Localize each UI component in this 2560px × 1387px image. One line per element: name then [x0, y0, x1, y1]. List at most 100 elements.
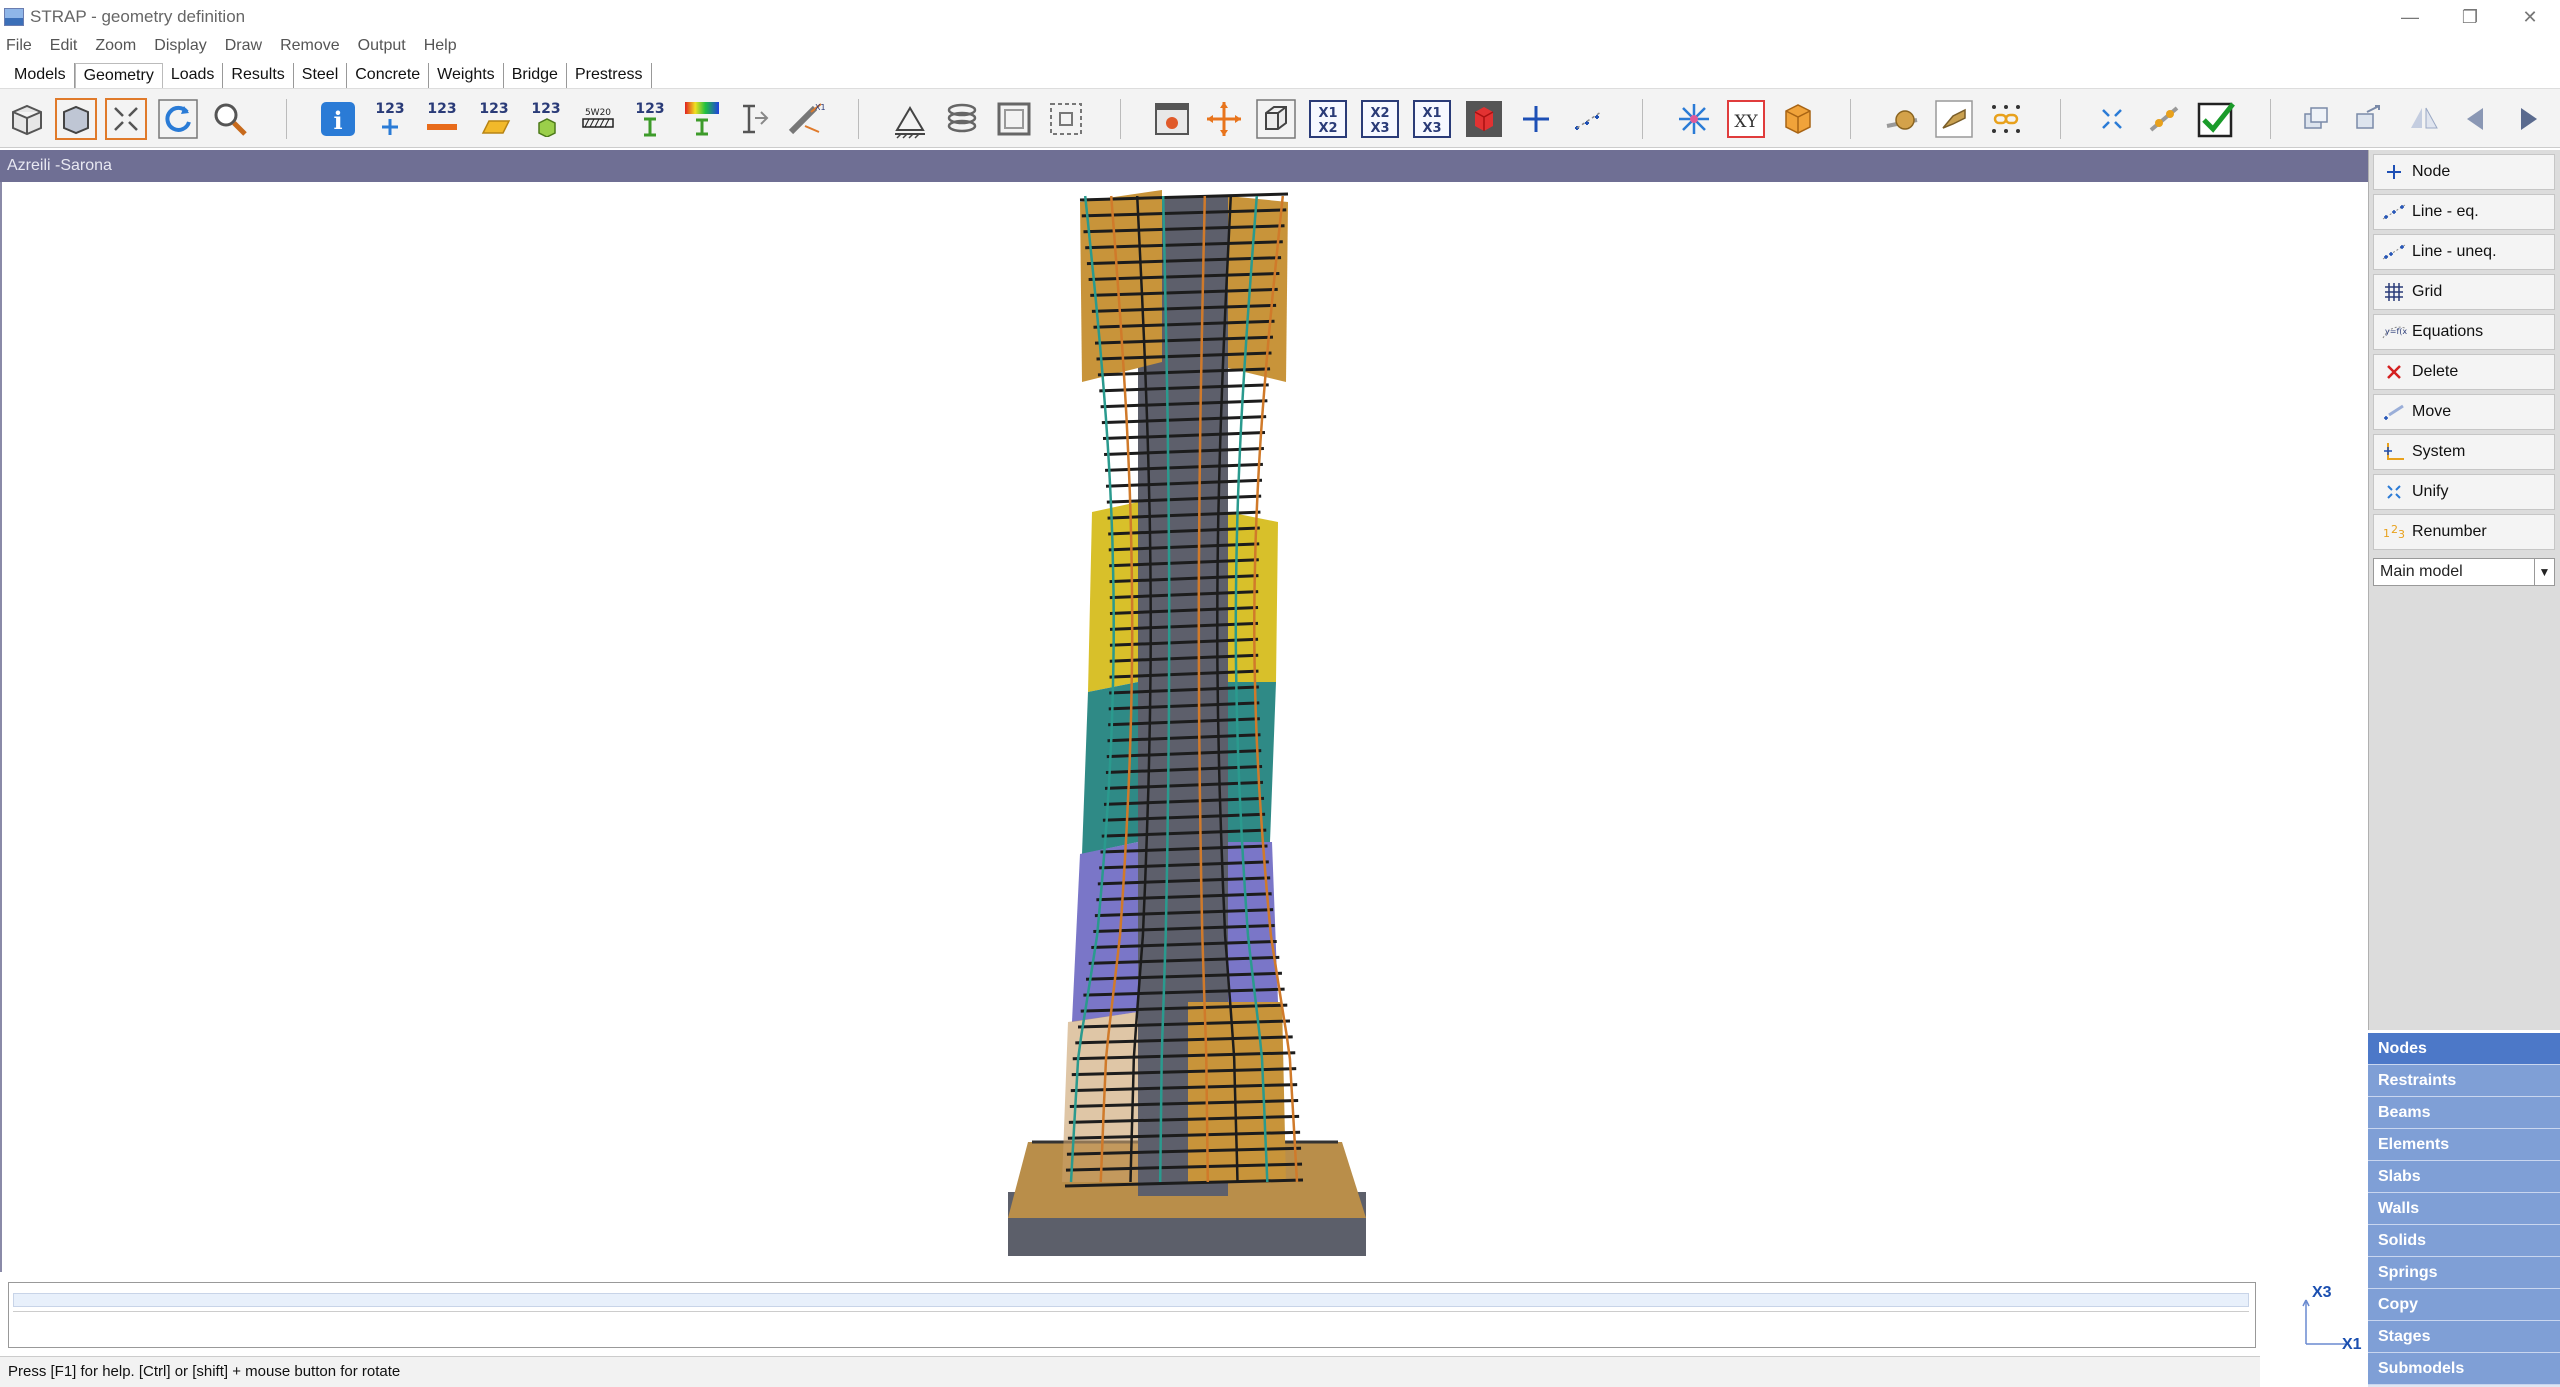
delete-button[interactable]: Delete [2373, 354, 2555, 390]
menu-remove[interactable]: Remove [280, 37, 340, 55]
tab-bridge[interactable]: Bridge [504, 63, 567, 88]
tab-prestress[interactable]: Prestress [567, 63, 652, 88]
rotate-view-button[interactable] [1202, 97, 1246, 141]
renumber-button[interactable]: 123 Renumber [2373, 514, 2555, 550]
close-button[interactable]: ✕ [2500, 0, 2560, 34]
previous-button[interactable] [2454, 97, 2498, 141]
strap-window: STRAP - geometry definition — ❐ ✕ File E… [0, 0, 2560, 1387]
model-viewport[interactable] [0, 182, 2368, 1272]
xy-coordinates-button[interactable]: XY [1724, 97, 1768, 141]
category-submodels[interactable]: Submodels [2368, 1353, 2560, 1385]
offsets-button[interactable] [2142, 97, 2186, 141]
tab-steel[interactable]: Steel [294, 63, 348, 88]
local-axes-button[interactable]: X1 [784, 97, 828, 141]
title-bar: STRAP - geometry definition — ❐ ✕ [0, 0, 2560, 34]
check-geometry-button[interactable] [2194, 97, 2238, 141]
view-x1x3-button[interactable]: X1 X3 [1410, 97, 1454, 141]
line-unequal-button[interactable]: Line - uneq. [2373, 234, 2555, 270]
category-elements[interactable]: Elements [2368, 1129, 2560, 1161]
menu-edit[interactable]: Edit [50, 37, 78, 55]
tab-geometry[interactable]: Geometry [74, 63, 163, 89]
category-solids[interactable]: Solids [2368, 1225, 2560, 1257]
zoom-fit-button[interactable] [104, 97, 148, 141]
menu-file[interactable]: File [6, 37, 32, 55]
render-view-button[interactable] [1150, 97, 1194, 141]
category-restraints[interactable]: Restraints [2368, 1065, 2560, 1097]
shrink-button[interactable] [2090, 97, 2134, 141]
refresh-button[interactable] [156, 97, 200, 141]
add-node-button[interactable] [1514, 97, 1558, 141]
move-button[interactable]: Move [2373, 394, 2555, 430]
category-beams[interactable]: Beams [2368, 1097, 2560, 1129]
view-3d-wire-button[interactable] [4, 97, 48, 141]
property-numbers-button[interactable]: 123 [628, 97, 672, 141]
system-label: System [2412, 443, 2466, 460]
minimize-button[interactable]: — [2380, 0, 2440, 34]
menu-help[interactable]: Help [424, 37, 457, 55]
beam-orientation-button[interactable] [732, 97, 776, 141]
tab-results[interactable]: Results [223, 63, 294, 88]
solid-view-button[interactable] [1776, 97, 1820, 141]
link-nodes-button[interactable] [1984, 97, 2028, 141]
color-palette-icon [685, 102, 719, 136]
node-button[interactable]: Node [2373, 154, 2555, 190]
view-3d-solid-button[interactable] [54, 97, 98, 141]
category-copy[interactable]: Copy [2368, 1289, 2560, 1321]
restraints-button[interactable] [888, 97, 932, 141]
springs-button[interactable] [940, 97, 984, 141]
system-button[interactable]: System [2373, 434, 2555, 470]
info-icon: i [321, 102, 355, 136]
menu-draw[interactable]: Draw [225, 37, 262, 55]
view-x2x3-button[interactable]: X2 X3 [1358, 97, 1402, 141]
add-nodes-line-button[interactable] [1566, 97, 1610, 141]
element-numbers-button[interactable]: 123 [472, 97, 516, 141]
window-copy-button[interactable] [2294, 97, 2338, 141]
category-nodes[interactable]: Nodes [2368, 1033, 2560, 1065]
tab-weights[interactable]: Weights [429, 63, 504, 88]
line-equal-button[interactable]: Line - eq. [2373, 194, 2555, 230]
coordinate-system-button[interactable] [1672, 97, 1716, 141]
status-text: Press [F1] for help. [Ctrl] or [shift] +… [8, 1363, 401, 1380]
rigid-link-button[interactable] [1932, 97, 1976, 141]
tab-concrete[interactable]: Concrete [347, 63, 430, 88]
zoom-search-button[interactable] [208, 97, 252, 141]
unify-button[interactable]: Unify [2373, 474, 2555, 510]
model-select[interactable]: Main model ▼ [2373, 558, 2555, 586]
window-move-button[interactable] [2346, 97, 2390, 141]
chevron-down-icon[interactable]: ▼ [2534, 559, 2554, 585]
model-select-value: Main model [2380, 563, 2463, 580]
grid-points-button[interactable] [1044, 97, 1088, 141]
toolbar-separator [858, 99, 859, 139]
category-springs[interactable]: Springs [2368, 1257, 2560, 1289]
view-x1x2-button[interactable]: X1 X2 [1306, 97, 1350, 141]
solid-numbers-button[interactable]: 123 [524, 97, 568, 141]
plane-x1x2-icon: X1X2 [1309, 100, 1347, 138]
equations-button[interactable]: y=f(x) Equations [2373, 314, 2555, 350]
hinge-button[interactable] [1880, 97, 1924, 141]
svg-text:1: 1 [2383, 527, 2390, 540]
tab-models[interactable]: Models [6, 63, 75, 88]
color-by-property-button[interactable] [680, 97, 724, 141]
beam-numbers-button[interactable]: 123 [420, 97, 464, 141]
next-button[interactable] [2506, 97, 2550, 141]
tab-loads[interactable]: Loads [163, 63, 224, 88]
mirror-button[interactable] [2402, 97, 2446, 141]
xy-label: XY [1734, 112, 1758, 132]
section-labels-button[interactable]: 5W20 [576, 97, 620, 141]
category-walls[interactable]: Walls [2368, 1193, 2560, 1225]
category-stages[interactable]: Stages [2368, 1321, 2560, 1353]
info-button[interactable]: i [316, 97, 360, 141]
menu-output[interactable]: Output [358, 37, 406, 55]
restore-button[interactable]: ❐ [2440, 0, 2500, 34]
geometry-command-panel: Node Line - eq. Line - uneq. Grid y=f(x)… [2368, 150, 2560, 1030]
category-slabs[interactable]: Slabs [2368, 1161, 2560, 1193]
walls-button[interactable] [992, 97, 1036, 141]
toolbar-separator [1120, 99, 1121, 139]
grid-button[interactable]: Grid [2373, 274, 2555, 310]
solid-render-button[interactable] [1462, 97, 1506, 141]
menu-zoom[interactable]: Zoom [95, 37, 136, 55]
menu-display[interactable]: Display [154, 37, 206, 55]
isometric-view-button[interactable] [1254, 97, 1298, 141]
node-numbers-button[interactable]: 123 [368, 97, 412, 141]
command-prompt-area[interactable] [8, 1282, 2256, 1348]
